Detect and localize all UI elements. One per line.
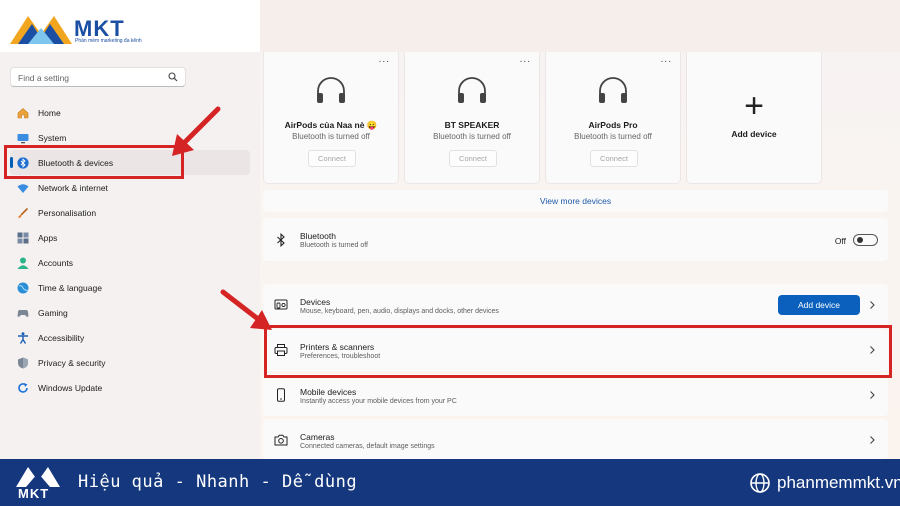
row-title: Bluetooth — [300, 231, 336, 241]
shield-icon — [17, 357, 29, 369]
chevron-right-icon — [870, 436, 875, 444]
globe-icon — [17, 282, 29, 294]
sidebar-item-label: Privacy & security — [38, 357, 106, 368]
mkt-logo-icon — [16, 467, 60, 487]
brand-tagline: Phần mềm marketing đa kênh — [75, 38, 142, 44]
bluetooth-toggle[interactable] — [853, 234, 878, 246]
banner-brand-name: MKT — [18, 486, 50, 501]
chevron-right-icon — [870, 391, 875, 399]
brush-icon — [17, 207, 29, 219]
phone-icon — [277, 388, 285, 402]
sidebar-item-label: Accounts — [38, 257, 73, 268]
connect-button[interactable]: Connect — [308, 150, 356, 167]
search-icon[interactable] — [168, 72, 178, 82]
sidebar-item-label: Home — [38, 107, 61, 118]
toggle-state-label: Off — [834, 236, 846, 246]
device-card[interactable]: ... AirPods Pro Bluetooth is turned off … — [545, 52, 681, 184]
sidebar-item-label: Personalisation — [38, 207, 97, 218]
row-subtitle: Connected cameras, default image setting… — [300, 443, 435, 450]
add-device-label: Add device — [731, 129, 777, 139]
headphones-icon — [458, 77, 486, 103]
headphones-icon — [599, 77, 627, 103]
banner-slogan: Hiệu quả - Nhanh - Dễ dùng — [78, 472, 358, 492]
accessibility-icon — [17, 331, 29, 344]
chevron-right-icon — [870, 301, 875, 309]
mobile-devices-row[interactable]: Mobile devices Instantly access your mob… — [263, 374, 888, 416]
row-subtitle: Bluetooth is turned off — [300, 242, 368, 249]
connect-button[interactable]: Connect — [590, 150, 638, 167]
row-subtitle: Mouse, keyboard, pen, audio, displays an… — [300, 308, 499, 315]
sidebar-item-label: Accessibility — [38, 332, 85, 343]
sidebar-item-accessibility[interactable]: Accessibility — [10, 325, 250, 350]
row-title: Cameras — [300, 432, 335, 442]
bottom-banner: MKT Hiệu quả - Nhanh - Dễ dùng phanmemmk… — [0, 459, 900, 506]
devices-row[interactable]: Devices Mouse, keyboard, pen, audio, dis… — [263, 284, 888, 326]
sidebar-item-apps[interactable]: Apps — [10, 225, 250, 250]
device-name: BT SPEAKER — [444, 120, 500, 130]
home-icon — [17, 107, 29, 119]
device-status: Bluetooth is turned off — [574, 132, 652, 141]
toggle-knob — [857, 237, 863, 243]
sidebar-item-privacy-security[interactable]: Privacy & security — [10, 350, 250, 375]
device-name: AirPods của Naa nè 😛 — [284, 120, 378, 130]
main-content: ... AirPods của Naa nè 😛 Bluetooth is tu… — [260, 52, 900, 459]
brand-header: MKT Phần mềm marketing đa kênh — [0, 0, 260, 52]
cameras-row[interactable]: Cameras Connected cameras, default image… — [263, 419, 888, 459]
camera-icon — [274, 434, 288, 446]
sidebar-item-gaming[interactable]: Gaming — [10, 300, 250, 325]
highlight-box-printers — [264, 325, 892, 378]
sidebar-item-label: Network & internet — [38, 182, 108, 193]
devices-icon — [274, 299, 288, 310]
banner-website[interactable]: phanmemmkt.vn — [777, 473, 900, 493]
row-subtitle: Instantly access your mobile devices fro… — [300, 398, 457, 405]
red-arrow-icon — [172, 106, 221, 156]
plus-icon: + — [744, 87, 764, 125]
highlight-box-bluetooth — [4, 145, 184, 179]
sidebar-item-label: Time & language — [38, 282, 102, 293]
apps-icon — [17, 232, 29, 244]
sidebar-item-label: Windows Update — [38, 382, 103, 393]
person-icon — [17, 257, 29, 269]
device-status: Bluetooth is turned off — [433, 132, 511, 141]
mkt-logo-icon — [10, 16, 72, 44]
device-card[interactable]: ... BT SPEAKER Bluetooth is turned off C… — [404, 52, 540, 184]
more-options-button[interactable]: ... — [520, 54, 531, 65]
sidebar-item-label: System — [38, 132, 67, 143]
more-options-button[interactable]: ... — [661, 54, 672, 65]
add-device-button[interactable]: Add device — [778, 295, 860, 315]
sidebar-item-label: Apps — [38, 232, 58, 243]
sidebar-item-accounts[interactable]: Accounts — [10, 250, 250, 275]
device-status: Bluetooth is turned off — [292, 132, 370, 141]
sidebar-item-label: Gaming — [38, 307, 68, 318]
add-device-card[interactable]: + Add device — [686, 52, 822, 184]
monitor-icon — [17, 132, 29, 144]
bluetooth-row: Bluetooth Bluetooth is turned off Off — [263, 218, 888, 261]
sidebar-item-personalisation[interactable]: Personalisation — [10, 200, 250, 225]
row-title: Mobile devices — [300, 387, 357, 397]
device-name: AirPods Pro — [588, 120, 638, 130]
sidebar-item-windows-update[interactable]: Windows Update — [10, 375, 250, 400]
row-title: Devices — [300, 297, 331, 307]
bluetooth-icon — [277, 233, 285, 247]
search-placeholder: Find a setting — [18, 73, 70, 83]
search-input[interactable]: Find a setting — [10, 67, 186, 87]
update-icon — [17, 382, 29, 394]
more-options-button[interactable]: ... — [379, 54, 390, 65]
view-more-devices-link[interactable]: View more devices — [263, 190, 888, 212]
globe-icon — [750, 473, 770, 493]
connect-button[interactable]: Connect — [449, 150, 497, 167]
sidebar-item-time-language[interactable]: Time & language — [10, 275, 250, 300]
wifi-icon — [17, 182, 29, 194]
gamepad-icon — [17, 307, 29, 319]
red-arrow-icon — [220, 289, 272, 330]
device-card[interactable]: ... AirPods của Naa nè 😛 Bluetooth is tu… — [263, 52, 399, 184]
headphones-icon — [317, 77, 345, 103]
